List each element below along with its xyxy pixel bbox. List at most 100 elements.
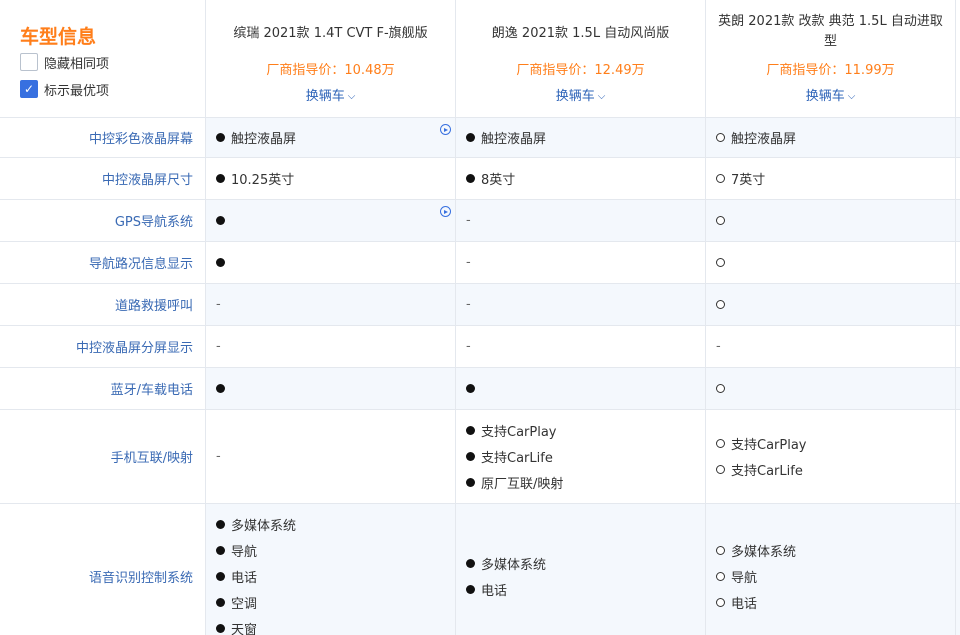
swap-car-button[interactable]: 换辆车 ⌵ [706,85,955,104]
value-cell: - [205,284,455,325]
car-name: 英朗 2021款 改款 典范 1.5L 自动进取型 [718,14,943,49]
list-item: 空调 [216,589,296,615]
config-compare-table: 车型信息 隐藏相同项 ✓ 标示最优项 缤瑞 2021款 1.4T CVT F-旗… [0,0,960,635]
list-item: 8英寸 [466,166,515,192]
optional-dot-icon [716,300,725,309]
value-text: 支持CarLife [481,451,553,466]
value-list [216,200,231,241]
standard-dot-icon [466,478,475,487]
optional-dot-icon [716,384,725,393]
value-cell: 支持CarPlay 支持CarLife [705,410,955,503]
list-item: - [216,292,221,318]
table-row: 中控液晶屏尺寸 10.25英寸 8英寸 7英寸 [0,158,960,200]
value-list [716,200,731,241]
car-price: 厂商指导价：11.99万 [766,63,895,78]
list-item [716,250,731,276]
list-item: - [466,334,471,360]
value-list: 支持CarPlay 支持CarLife [716,410,807,503]
list-item: 触控液晶屏 [716,125,796,151]
standard-dot-icon [216,384,225,393]
list-item: - [466,208,471,234]
value-list: - [466,242,471,283]
value-text: 触控液晶屏 [731,132,797,147]
value-list [716,242,731,283]
value-list: - [216,410,221,503]
value-text: 多媒体系统 [481,557,547,573]
list-item [466,376,481,402]
value-list: 10.25英寸 [216,158,294,199]
list-item: 电话 [216,563,296,589]
standard-dot-icon [216,519,225,529]
row-label: 导航路况信息显示 [0,242,205,283]
car-price: 厂商指导价：10.48万 [266,63,395,78]
car-column-2: 朗逸 2021款 1.5L 自动风尚版 厂商指导价：12.49万 换辆车 ⌵ [455,0,705,118]
list-item: 多媒体系统 [466,550,546,576]
table-header: 车型信息 隐藏相同项 ✓ 标示最优项 缤瑞 2021款 1.4T CVT F-旗… [0,0,960,118]
next-column-edge [955,158,960,199]
list-item: - [216,444,221,470]
hide-same-option[interactable]: 隐藏相同项 [20,52,109,72]
value-text: - [716,339,721,354]
value-cell: 10.25英寸 [205,158,455,199]
value-text: - [216,339,221,354]
value-cell: - [455,200,705,241]
play-video-icon[interactable] [440,206,451,217]
table-row: 中控液晶屏分屏显示 - - - [0,326,960,368]
value-list: 多媒体系统 导航 电话 空调 天窗 [216,504,296,635]
play-video-icon[interactable] [440,124,451,135]
standard-dot-icon [466,584,475,594]
table-row: 道路救援呼叫 - - [0,284,960,326]
optional-dot-icon [716,571,725,581]
list-item: 导航 [216,537,296,563]
swap-car-label: 换辆车 [805,89,845,104]
row-label: 蓝牙/车载电话 [0,368,205,409]
value-cell [205,242,455,283]
next-column-edge [955,242,960,283]
swap-car-button[interactable]: 换辆车 ⌵ [456,85,705,104]
hide-same-checkbox[interactable] [20,53,38,71]
car-name: 缤瑞 2021款 1.4T CVT F-旗舰版 [233,26,428,41]
car-column-3: 英朗 2021款 改款 典范 1.5L 自动进取型 厂商指导价：11.99万 换… [705,0,955,118]
value-list [216,368,231,409]
row-label: 中控彩色液晶屏幕 [0,118,205,157]
value-list: 多媒体系统 导航 电话 [716,504,796,635]
list-item: 7英寸 [716,166,765,192]
list-item [216,208,231,234]
value-cell: 多媒体系统 导航 电话 [705,504,955,635]
next-column-edge [955,410,960,503]
value-list: 触控液晶屏 [466,118,546,157]
standard-dot-icon [216,545,225,555]
value-list: 8英寸 [466,158,515,199]
mark-best-option[interactable]: ✓ 标示最优项 [20,79,109,99]
value-text: 原厂互联/映射 [481,477,564,492]
value-text: 8英寸 [481,173,516,188]
list-item: 电话 [466,576,546,602]
chevron-down-icon: ⌵ [347,91,356,102]
value-cell [705,200,955,241]
list-item: - [466,292,471,318]
list-item [716,376,731,402]
next-column-edge [955,368,960,409]
standard-dot-icon [466,133,475,142]
list-item: 支持CarPlay [466,418,563,444]
value-cell: - [205,410,455,503]
optional-dot-icon [716,258,725,267]
swap-car-label: 换辆车 [555,89,595,104]
list-item [716,292,731,318]
mark-best-checkbox[interactable]: ✓ [20,80,38,98]
table-row: 中控彩色液晶屏幕 触控液晶屏 触控液晶屏 触控液晶屏 [0,118,960,158]
standard-dot-icon [216,623,225,633]
value-list [216,242,231,283]
check-icon: ✓ [23,82,35,96]
value-cell [705,242,955,283]
value-text: - [466,339,471,354]
value-text: 导航 [231,544,258,560]
optional-dot-icon [716,465,725,474]
value-cell: - [205,326,455,367]
row-label: 手机互联/映射 [0,410,205,503]
swap-car-button[interactable]: 换辆车 ⌵ [206,85,455,104]
value-cell: - [455,242,705,283]
standard-dot-icon [466,384,475,393]
optional-dot-icon [716,133,725,142]
next-column-edge [955,326,960,367]
